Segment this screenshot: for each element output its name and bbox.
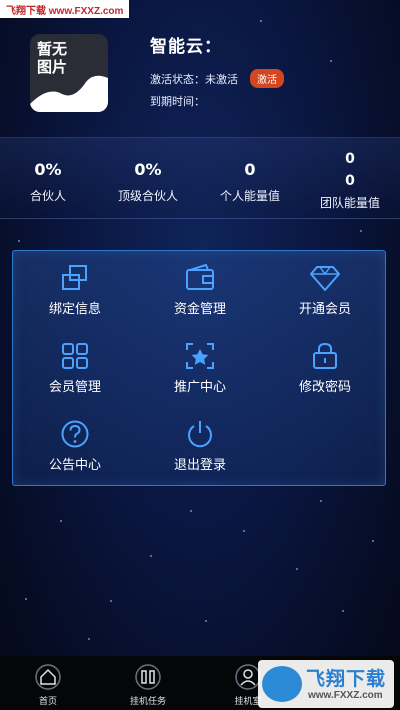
stat-team-energy: 0 0 团队能量值: [306, 148, 394, 211]
home-icon: [33, 662, 63, 692]
brand-logo-icon: [262, 666, 302, 702]
menu-item-label: 开通会员: [298, 302, 351, 317]
watermark-brand: 飞翔下载: [306, 668, 387, 690]
watermark-bottom: 飞翔下载 www.FXXZ.com: [258, 660, 394, 708]
stat-value: 0: [244, 160, 256, 179]
nav-item-label: 挂机任务: [129, 697, 166, 707]
menu-item-logout[interactable]: 退出登录: [138, 407, 262, 481]
activation-status: 激活状态：未激活 激活: [150, 69, 284, 88]
expire-time-label: 到期时间：: [150, 95, 205, 108]
menu-item-label: 绑定信息: [48, 302, 101, 317]
stat-label: 个人能量值: [219, 189, 280, 203]
stat-value-secondary: 0: [345, 173, 355, 189]
menu-item-label: 会员管理: [48, 380, 101, 395]
mountain-image-icon: [30, 75, 108, 112]
stat-value: 0%: [34, 160, 62, 179]
activate-button[interactable]: 激活: [250, 69, 284, 88]
menu-item-notice-center[interactable]: 公告中心: [13, 407, 137, 481]
stat-value: 0%: [134, 160, 162, 179]
menu-item-bind-info[interactable]: 绑定信息: [13, 251, 137, 325]
stat-value: 0: [345, 151, 355, 167]
wallet-icon: [184, 263, 216, 293]
menu-item-label: 资金管理: [173, 302, 226, 317]
nav-item-tasks[interactable]: 挂机任务: [108, 656, 188, 710]
avatar[interactable]: 暂无图片: [30, 34, 108, 112]
menu-item-label: 退出登录: [173, 458, 226, 473]
menu-item-member-management[interactable]: 会员管理: [13, 329, 137, 403]
diamond-icon: [309, 263, 341, 293]
stat-label: 顶级合伙人: [117, 189, 178, 203]
stat-label: 合伙人: [29, 189, 66, 203]
stat-partner: 0% 合伙人: [8, 160, 88, 204]
menu-item-open-membership[interactable]: 开通会员: [263, 251, 387, 325]
menu-item-label: 修改密码: [298, 380, 351, 395]
menu-item-label: 公告中心: [48, 458, 101, 473]
menu-item-fund-management[interactable]: 资金管理: [138, 251, 262, 325]
nav-item-home[interactable]: 首页: [8, 656, 88, 710]
star-frame-icon: [184, 341, 216, 371]
app-title: 智能云：: [150, 37, 222, 57]
lock-icon: [309, 341, 341, 371]
task-icon: [133, 662, 163, 692]
function-menu-panel: 绑定信息 资金管理 开通会员 会员管理 推广中心 修改密码 公告中心 退出登录: [12, 250, 386, 486]
stat-label: 团队能量值: [319, 196, 380, 210]
question-icon: [59, 419, 91, 449]
bind-icon: [59, 263, 91, 293]
grid-icon: [59, 341, 91, 371]
menu-item-change-password[interactable]: 修改密码: [263, 329, 387, 403]
stat-personal-energy: 0 个人能量值: [208, 160, 292, 204]
nav-item-label: 首页: [38, 697, 57, 707]
menu-item-label: 推广中心: [173, 380, 226, 395]
stats-band: 0% 合伙人 0% 顶级合伙人 0 个人能量值 0 0 团队能量值: [0, 137, 400, 219]
watermark-url: www.FXXZ.com: [308, 690, 383, 701]
power-icon: [184, 419, 216, 449]
activation-status-label: 激活状态：未激活: [150, 72, 238, 86]
watermark-top: 飞翔下载 www.FXXZ.com: [0, 0, 130, 18]
menu-item-promotion-center[interactable]: 推广中心: [138, 329, 262, 403]
stat-top-partner: 0% 顶级合伙人: [103, 160, 193, 204]
